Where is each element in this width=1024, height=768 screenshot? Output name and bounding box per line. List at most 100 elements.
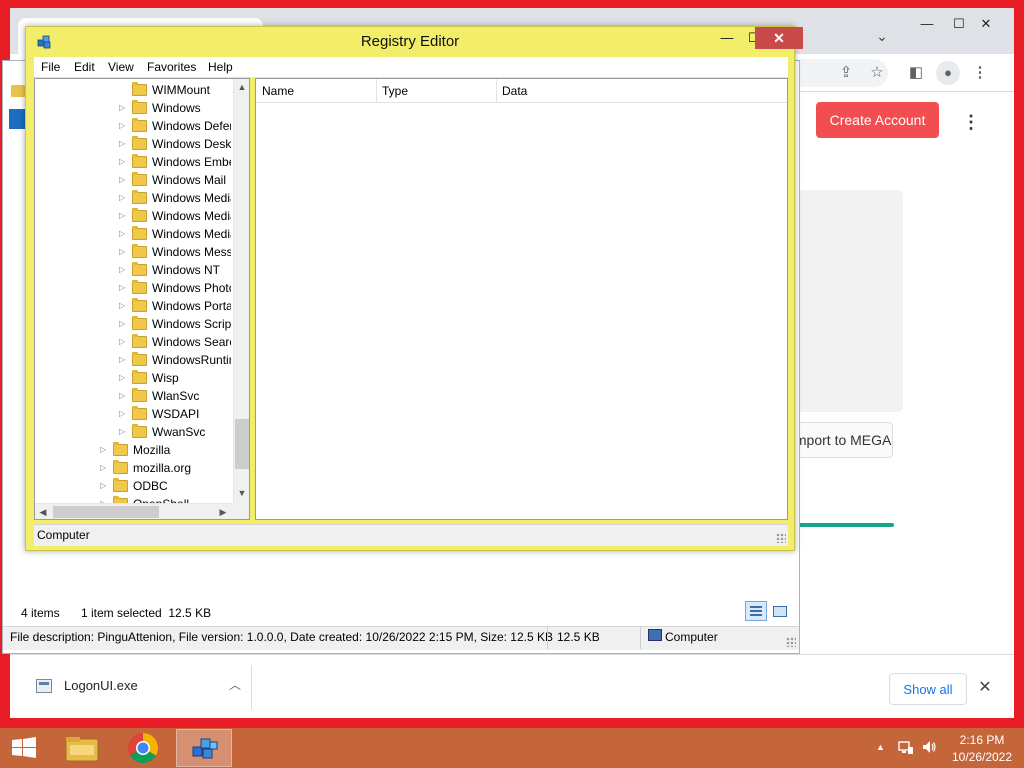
expand-arrow-icon[interactable]: ▷ bbox=[119, 264, 127, 276]
details-view-icon[interactable] bbox=[745, 601, 767, 621]
expand-arrow-icon[interactable]: ▷ bbox=[119, 156, 127, 168]
tree-node[interactable]: ▷ Windows Search bbox=[35, 333, 235, 351]
tree-node[interactable]: ▷ ODBC bbox=[35, 477, 235, 495]
expand-arrow-icon[interactable]: ▷ bbox=[119, 282, 127, 294]
menu-view[interactable]: View bbox=[108, 60, 134, 74]
share-icon[interactable]: ⇪ bbox=[836, 63, 856, 83]
browser-menu-icon[interactable]: ⋮ bbox=[970, 63, 990, 83]
menu-file[interactable]: File bbox=[41, 60, 60, 74]
file-explorer-taskbar-button[interactable] bbox=[54, 729, 110, 767]
scroll-down-icon[interactable]: ▼ bbox=[234, 485, 249, 501]
expand-arrow-icon[interactable]: ▷ bbox=[100, 444, 108, 456]
tree-node[interactable]: ▷ Windows Embedded bbox=[35, 153, 235, 171]
scroll-right-icon[interactable]: ▶ bbox=[215, 504, 231, 519]
bookmark-star-icon[interactable]: ☆ bbox=[867, 63, 887, 83]
expand-arrow-icon[interactable]: ▷ bbox=[100, 480, 108, 492]
tree-node[interactable]: ▷ Windows Desktop Search bbox=[35, 135, 235, 153]
folder-icon bbox=[113, 460, 128, 474]
folder-icon bbox=[132, 100, 147, 114]
expand-arrow-icon[interactable]: ▷ bbox=[119, 246, 127, 258]
expand-arrow-icon[interactable]: ▷ bbox=[119, 408, 127, 420]
create-account-button[interactable]: Create Account bbox=[816, 102, 939, 138]
expand-arrow-icon[interactable]: ▷ bbox=[119, 354, 127, 366]
volume-icon[interactable] bbox=[921, 739, 937, 755]
tree-node[interactable]: ▷ Windows Script Host bbox=[35, 315, 235, 333]
column-type[interactable]: Type bbox=[382, 84, 408, 98]
expand-arrow-icon[interactable]: ▷ bbox=[119, 192, 127, 204]
expand-arrow-icon[interactable]: ▷ bbox=[119, 336, 127, 348]
expand-arrow-icon[interactable]: ▷ bbox=[100, 462, 108, 474]
clock-time[interactable]: 2:16 PM bbox=[942, 733, 1022, 747]
expand-arrow-icon[interactable]: ▷ bbox=[119, 390, 127, 402]
registry-tree[interactable]: WIMMount ▷ Windows ▷ Windows Defender ▷ Window… bbox=[34, 78, 250, 520]
tree-node[interactable]: ▷ mozilla.org bbox=[35, 459, 235, 477]
tree-node[interactable]: ▷ WindowsRuntime bbox=[35, 351, 235, 369]
column-data[interactable]: Data bbox=[502, 84, 527, 98]
browser-close-button[interactable]: ✕ bbox=[964, 12, 1008, 36]
expand-arrow-icon[interactable]: ▷ bbox=[119, 426, 127, 438]
column-name[interactable]: Name bbox=[262, 84, 294, 98]
chevron-up-icon[interactable]: ︿ bbox=[226, 675, 244, 695]
expand-arrow-icon[interactable]: ▷ bbox=[119, 174, 127, 186]
download-item[interactable]: LogonUI.exe ︿ bbox=[20, 663, 252, 711]
expand-arrow-icon[interactable]: ▷ bbox=[119, 372, 127, 384]
tree-node-label: WSDAPI bbox=[152, 407, 200, 421]
scroll-left-icon[interactable]: ◀ bbox=[35, 504, 51, 519]
large-icons-view-icon[interactable] bbox=[769, 601, 789, 621]
close-download-shelf-icon[interactable]: ✕ bbox=[974, 677, 996, 699]
expand-arrow-icon[interactable]: ▷ bbox=[119, 138, 127, 150]
minimize-button[interactable]: — bbox=[716, 27, 738, 49]
tree-node[interactable]: ▷ Wisp bbox=[35, 369, 235, 387]
tree-node[interactable]: ▷ WwanSvc bbox=[35, 423, 235, 441]
menu-help[interactable]: Help bbox=[208, 60, 233, 74]
menu-favorites[interactable]: Favorites bbox=[147, 60, 196, 74]
scroll-thumb[interactable] bbox=[235, 419, 249, 469]
show-all-downloads-button[interactable]: Show all bbox=[889, 673, 967, 705]
tree-node[interactable]: WIMMount bbox=[35, 81, 235, 99]
profile-avatar-icon[interactable]: ● bbox=[936, 61, 960, 85]
column-divider[interactable] bbox=[376, 79, 377, 103]
resize-grip[interactable] bbox=[776, 533, 786, 543]
expand-arrow-icon[interactable]: ▷ bbox=[119, 102, 127, 114]
vertical-scrollbar[interactable]: ▲ ▼ bbox=[233, 79, 249, 503]
tree-node[interactable]: ▷ Windows bbox=[35, 99, 235, 117]
expand-arrow-icon[interactable]: ▷ bbox=[119, 210, 127, 222]
tree-node[interactable]: ▷ WlanSvc bbox=[35, 387, 235, 405]
tree-node[interactable]: ▷ Windows Media Player NSS bbox=[35, 225, 235, 243]
menu-edit[interactable]: Edit bbox=[74, 60, 95, 74]
page-menu-icon[interactable]: ⋮ bbox=[961, 110, 981, 134]
column-divider[interactable] bbox=[496, 79, 497, 103]
tree-node[interactable]: ▷ Windows Defender bbox=[35, 117, 235, 135]
scroll-thumb[interactable] bbox=[53, 506, 159, 518]
tree-node[interactable]: ▷ Windows Messaging Subsystem bbox=[35, 243, 235, 261]
tree-node[interactable]: ▷ Mozilla bbox=[35, 441, 235, 459]
show-hidden-icons-icon[interactable]: ▲ bbox=[876, 742, 885, 752]
chrome-taskbar-button[interactable] bbox=[115, 729, 171, 767]
taskbar: ▲ 2:16 PM 10/26/2022 bbox=[0, 728, 1024, 768]
registry-editor-taskbar-button[interactable] bbox=[176, 729, 232, 767]
folder-icon bbox=[132, 208, 147, 222]
windows-start-icon[interactable] bbox=[10, 736, 38, 760]
network-icon[interactable] bbox=[898, 739, 914, 755]
tree-node[interactable]: ▷ WSDAPI bbox=[35, 405, 235, 423]
tree-node[interactable]: ▷ Windows NT bbox=[35, 261, 235, 279]
values-list[interactable]: Name Type Data bbox=[255, 78, 788, 520]
side-panel-icon[interactable]: ◧ bbox=[906, 63, 926, 83]
import-to-mega-button[interactable]: Import to MEGA bbox=[790, 422, 893, 458]
tree-node[interactable]: ▷ Windows Mail bbox=[35, 171, 235, 189]
scroll-up-icon[interactable]: ▲ bbox=[234, 79, 249, 95]
tree-node[interactable]: ▷ Windows Media Foundation bbox=[35, 207, 235, 225]
expand-arrow-icon[interactable]: ▷ bbox=[119, 300, 127, 312]
tree-node[interactable]: ▷ Windows Photo Viewer bbox=[35, 279, 235, 297]
item-count: 4 items bbox=[21, 606, 60, 620]
resize-grip[interactable] bbox=[786, 637, 796, 647]
close-button[interactable]: ✕ bbox=[755, 27, 803, 49]
tab-search-icon[interactable]: ⌄ bbox=[872, 28, 892, 46]
tree-node[interactable]: ▷ Windows Portable Devices bbox=[35, 297, 235, 315]
clock-date[interactable]: 10/26/2022 bbox=[942, 750, 1022, 764]
expand-arrow-icon[interactable]: ▷ bbox=[119, 120, 127, 132]
horizontal-scrollbar[interactable]: ◀ ▶ bbox=[35, 503, 233, 519]
tree-node[interactable]: ▷ Windows Media Device Manager bbox=[35, 189, 235, 207]
expand-arrow-icon[interactable]: ▷ bbox=[119, 228, 127, 240]
expand-arrow-icon[interactable]: ▷ bbox=[119, 318, 127, 330]
